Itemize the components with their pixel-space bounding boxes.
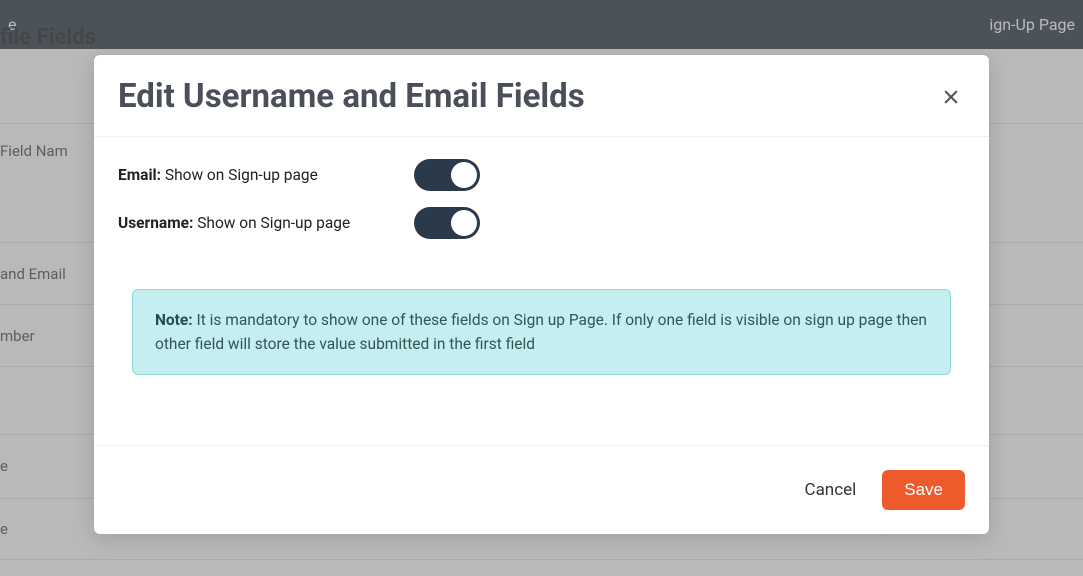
note-bold: Note: [155, 311, 193, 329]
email-toggle-row: Email: Show on Sign-up page [118, 159, 965, 191]
email-label-text: Show on Sign-up page [161, 166, 318, 184]
modal-overlay: Edit Username and Email Fields Email: Sh… [0, 0, 1083, 576]
save-button[interactable]: Save [882, 470, 965, 510]
username-toggle[interactable] [414, 207, 480, 239]
close-icon [941, 87, 961, 107]
note-box: Note: It is mandatory to show one of the… [132, 289, 951, 375]
modal-body: Email: Show on Sign-up page Username: Sh… [94, 137, 989, 399]
modal-header: Edit Username and Email Fields [94, 55, 989, 137]
modal-title: Edit Username and Email Fields [118, 77, 585, 116]
username-label-bold: Username: [118, 214, 193, 232]
username-toggle-row: Username: Show on Sign-up page [118, 207, 965, 239]
close-button[interactable] [937, 83, 965, 111]
cancel-button[interactable]: Cancel [805, 480, 857, 500]
email-toggle[interactable] [414, 159, 480, 191]
toggle-knob [451, 210, 477, 236]
username-label-text: Show on Sign-up page [193, 214, 350, 232]
note-text: It is mandatory to show one of these fie… [155, 311, 927, 353]
username-toggle-label: Username: Show on Sign-up page [118, 214, 414, 232]
edit-fields-modal: Edit Username and Email Fields Email: Sh… [94, 55, 989, 534]
toggle-knob [451, 162, 477, 188]
email-label-bold: Email: [118, 166, 161, 184]
modal-footer: Cancel Save [94, 445, 989, 534]
email-toggle-label: Email: Show on Sign-up page [118, 166, 414, 184]
